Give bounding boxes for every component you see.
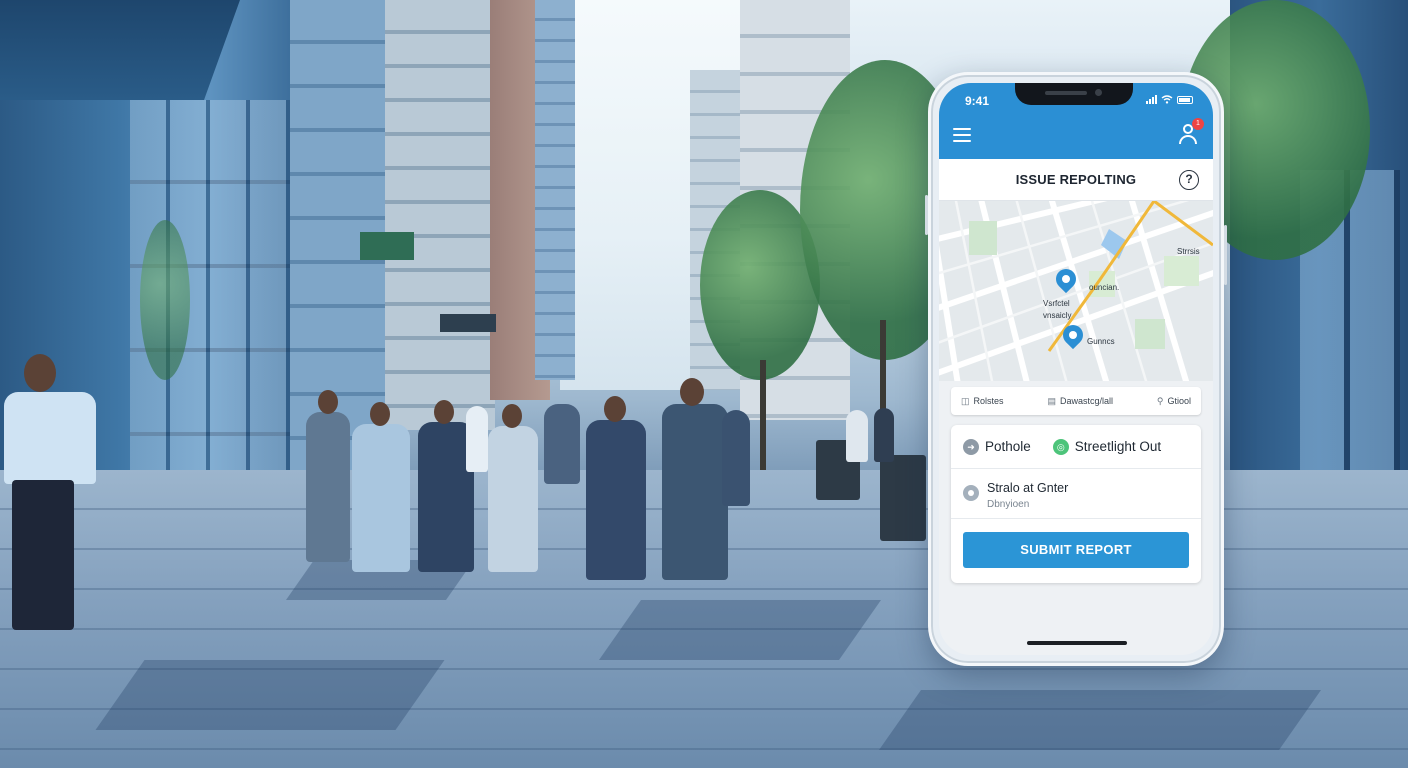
tree-trunk [760, 360, 766, 480]
map-toolbar: ◫ Rolstes ▤ Dawastcg/lall ⚲ Gtiool [951, 387, 1201, 415]
status-time: 9:41 [965, 94, 990, 108]
signal-icon [1146, 95, 1157, 104]
notification-badge: 1 [1192, 118, 1204, 130]
phone-notch [1015, 83, 1133, 105]
shop-sign [440, 314, 496, 332]
home-indicator[interactable] [1027, 641, 1127, 645]
power-button [1224, 225, 1227, 285]
location-subtitle: Dbnyioen [987, 499, 1030, 510]
pedestrian [4, 392, 96, 484]
pedestrian [722, 410, 750, 506]
shadow [95, 660, 445, 730]
pedestrian [846, 410, 868, 462]
category-chips: ➜ Pothole ◎ Streetlight Out [951, 425, 1201, 469]
pedestrian-head [604, 396, 626, 422]
battery-icon [1177, 95, 1193, 104]
streetlight-chip[interactable]: ◎ Streetlight Out [1052, 438, 1162, 455]
pedestrian [874, 408, 894, 462]
pedestrian-head [318, 390, 338, 414]
pedestrian [586, 420, 646, 580]
pedestrian [352, 424, 410, 572]
pedestrian-head [680, 378, 704, 406]
pedestrian [488, 426, 538, 572]
menu-icon[interactable] [953, 128, 971, 142]
pedestrian-legs [12, 480, 74, 630]
submit-report-button[interactable]: SUBMIT REPORT [963, 532, 1189, 568]
tool-button[interactable]: ⚲ Gtiool [1157, 396, 1191, 407]
pothole-label: Pothole [985, 439, 1031, 454]
street-sign [360, 232, 414, 260]
building-left-3 [385, 0, 495, 430]
trash-bin [880, 455, 926, 541]
status-icons [1146, 95, 1193, 104]
streetlight-icon: ◎ [1052, 438, 1069, 455]
pedestrian [662, 404, 728, 580]
routes-button[interactable]: ◫ Rolstes [961, 396, 1004, 407]
map-canvas [939, 201, 1213, 381]
pedestrian [466, 406, 488, 472]
dashboard-button[interactable]: ▤ Dawastcg/lall [1047, 396, 1113, 407]
map-label: Strrsis [1177, 247, 1200, 256]
tool-label: Gtiool [1167, 396, 1191, 406]
phone-mockup: 9:41 1 ISSUE REPOLTING ? Strrsis ouncian… [925, 72, 1227, 666]
page-title: ISSUE REPOLTING [1015, 172, 1137, 187]
shadow [598, 600, 882, 660]
building-left-5 [535, 0, 575, 380]
wifi-icon [1161, 95, 1173, 104]
shadow [878, 690, 1322, 750]
pothole-chip[interactable]: ➜ Pothole [963, 438, 1031, 455]
pothole-icon: ➜ [963, 438, 979, 455]
pedestrian-head [502, 404, 522, 428]
tool-icon: ⚲ [1156, 395, 1164, 406]
map-label: Vsrfctel [1043, 299, 1070, 308]
reflected-tree [140, 220, 190, 380]
map-label: Gunncs [1087, 337, 1115, 346]
report-card: ➜ Pothole ◎ Streetlight Out Stralo at Gn… [951, 425, 1201, 583]
pedestrian-head [24, 354, 56, 392]
volume-button [925, 195, 928, 235]
location-icon [963, 485, 979, 501]
dashboard-label: Dawastcg/lall [1059, 396, 1113, 406]
pedestrian-head [434, 400, 454, 424]
title-bar: ISSUE REPOLTING ? [939, 159, 1213, 201]
app-screen: 9:41 1 ISSUE REPOLTING ? Strrsis ouncian… [939, 83, 1213, 655]
map-view[interactable]: Strrsis ouncian. Vsrfctel vnsaicly Gunnc… [939, 201, 1213, 381]
map-label: vnsaicly [1043, 311, 1072, 320]
location-title: Stralo at Gnter [987, 481, 1069, 495]
help-icon[interactable]: ? [1179, 170, 1199, 190]
user-icon[interactable]: 1 [1177, 118, 1204, 145]
document-icon: ▤ [1047, 395, 1056, 406]
routes-label: Rolstes [973, 396, 1004, 406]
pedestrian [544, 404, 580, 484]
location-row[interactable]: Stralo at Gnter Dbnyioen [951, 469, 1201, 519]
pedestrian [306, 412, 350, 562]
pedestrian-head [370, 402, 390, 426]
streetlight-label: Streetlight Out [1074, 439, 1162, 454]
routes-icon: ◫ [961, 395, 970, 406]
map-label: ouncian. [1089, 283, 1120, 292]
